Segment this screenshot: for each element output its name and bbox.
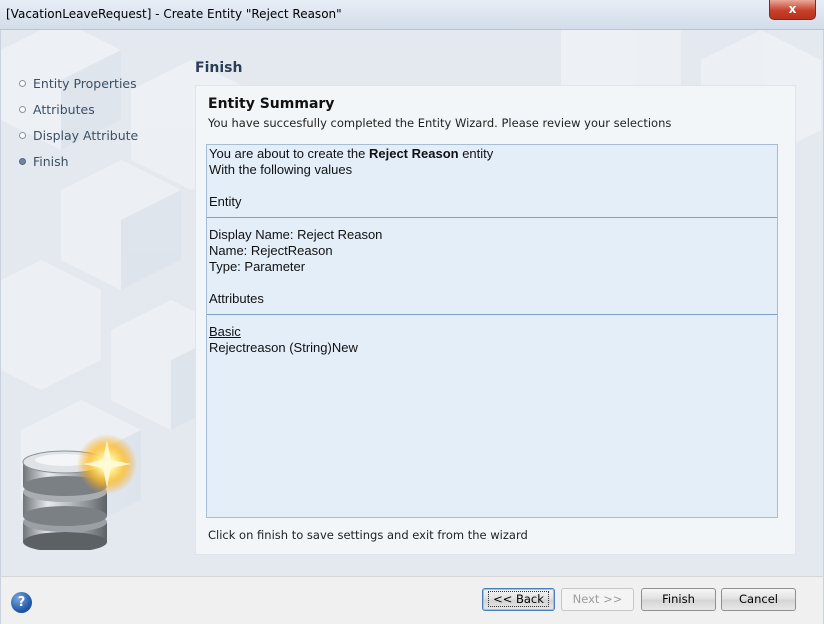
database-new-icon — [22, 434, 137, 550]
attributes-section-heading: Attributes — [209, 291, 264, 306]
section-divider — [207, 314, 777, 315]
wizard-steps: Entity Properties Attributes Display Att… — [19, 70, 138, 174]
step-label: Entity Properties — [33, 75, 137, 91]
step-bullet-icon — [19, 131, 26, 139]
entity-section-heading: Entity — [209, 194, 242, 209]
intro-prefix: You are about to create the — [209, 146, 369, 161]
summary-title: Entity Summary — [208, 96, 335, 112]
name-value: Name: RejectReason — [209, 243, 333, 258]
cancel-button[interactable]: Cancel — [721, 588, 796, 611]
page-heading: Finish — [195, 60, 243, 76]
step-finish[interactable]: Finish — [19, 148, 138, 174]
step-label: Attributes — [33, 101, 95, 117]
summary-panel: Entity Summary You have succesfully comp… — [195, 85, 796, 555]
summary-subtitle: You have succesfully completed the Entit… — [208, 116, 672, 130]
summary-content-box[interactable]: You are about to create the Reject Reaso… — [206, 144, 778, 518]
next-button: Next >> — [561, 588, 634, 611]
entity-name: Reject Reason — [368, 146, 459, 161]
back-button[interactable]: << Back — [482, 588, 555, 611]
summary-intro-line: You are about to create the Reject Reaso… — [209, 146, 777, 162]
attribute-group-label: Basic — [209, 324, 777, 340]
step-bullet-icon — [19, 105, 26, 113]
button-bar: ? << Back Next >> Finish Cancel — [0, 576, 824, 624]
attribute-group: Basic — [209, 324, 241, 339]
step-display-attribute[interactable]: Display Attribute — [19, 122, 138, 148]
section-divider — [207, 217, 777, 218]
step-label: Finish — [33, 153, 69, 169]
summary-intro-line2: With the following values — [209, 162, 353, 177]
intro-suffix: entity — [458, 146, 494, 161]
type-value: Type: Parameter — [209, 259, 306, 274]
finish-button[interactable]: Finish — [641, 588, 716, 611]
attribute-item: Rejectreason (String)New — [209, 340, 358, 355]
title-bar: [VacationLeaveRequest] - Create Entity "… — [0, 0, 824, 30]
summary-footer: Click on finish to save settings and exi… — [208, 528, 528, 542]
step-entity-properties[interactable]: Entity Properties — [19, 70, 138, 96]
step-attributes[interactable]: Attributes — [19, 96, 138, 122]
wizard-body: Entity Properties Attributes Display Att… — [0, 30, 824, 576]
help-icon[interactable]: ? — [11, 592, 32, 613]
close-button[interactable]: x — [769, 0, 816, 20]
step-label: Display Attribute — [33, 127, 139, 143]
display-name-value: Display Name: Reject Reason — [209, 227, 383, 242]
window-title: [VacationLeaveRequest] - Create Entity "… — [6, 7, 342, 21]
back-button-label: << Back — [488, 591, 549, 607]
close-icon: x — [788, 2, 797, 16]
step-bullet-active-icon — [19, 157, 26, 165]
step-bullet-icon — [19, 79, 26, 87]
